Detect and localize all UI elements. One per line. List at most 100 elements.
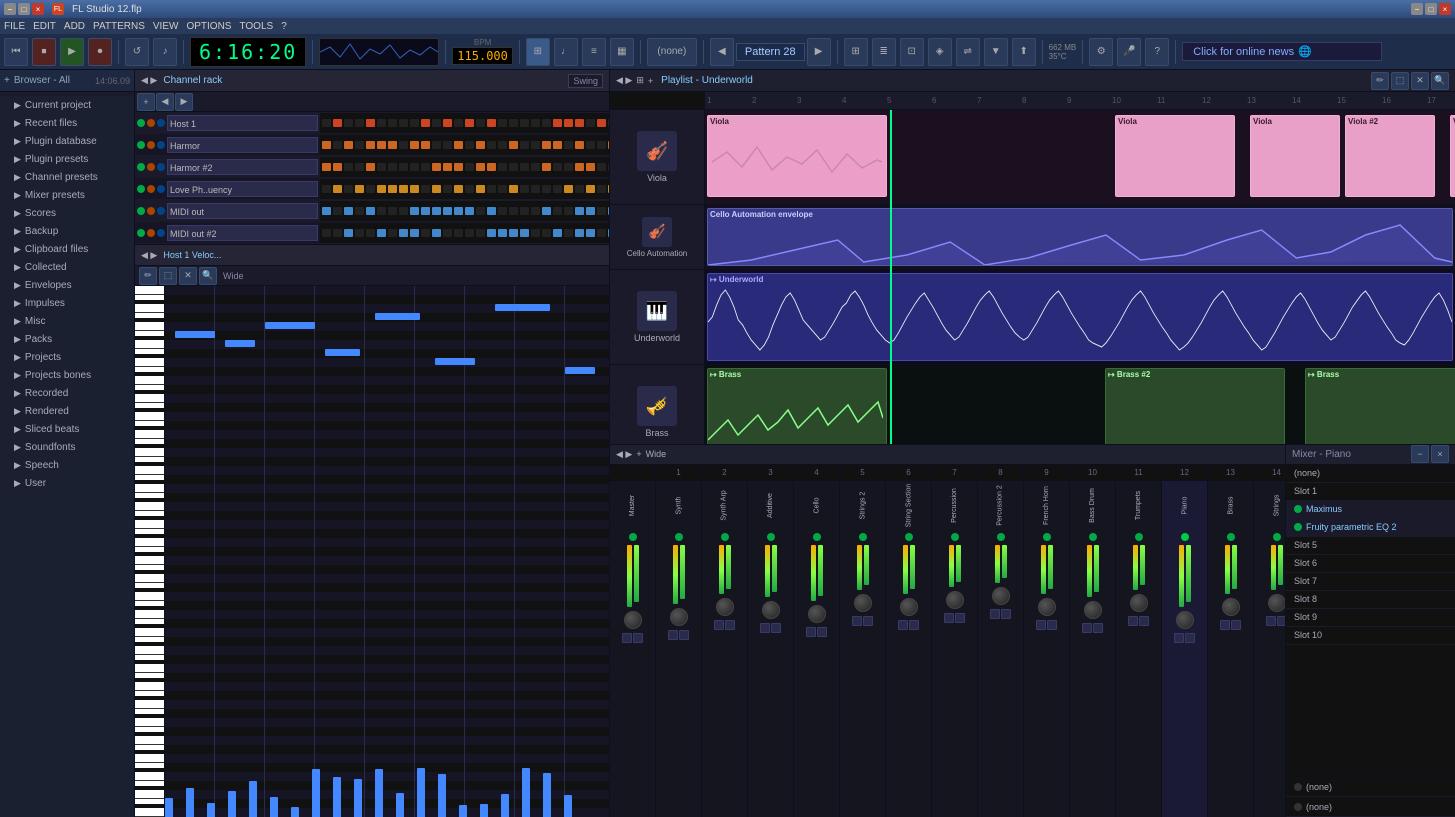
pattern-btn-1-4[interactable] [366, 141, 375, 149]
pattern-btn-5-23[interactable] [575, 229, 584, 237]
pattern-btn-5-13[interactable] [465, 229, 474, 237]
ch-btn-b-3[interactable] [771, 623, 781, 633]
pattern-btn-5-19[interactable] [531, 229, 540, 237]
mixer-ch-strip-4[interactable]: Cello [794, 481, 840, 817]
pattern-btn-0-14[interactable] [476, 119, 485, 127]
mr-min[interactable]: − [1411, 445, 1429, 463]
ch-knob-6[interactable] [900, 598, 918, 616]
pattern-btn-0-6[interactable] [388, 119, 397, 127]
underworld-track[interactable]: ↦ Underworld [705, 270, 1455, 365]
ch-name-1[interactable]: Harmor [167, 137, 318, 153]
pattern-btn-0-11[interactable] [443, 119, 452, 127]
step-seq-button[interactable]: ⊞ [526, 38, 550, 66]
ch-btn-b-9[interactable] [1047, 620, 1057, 630]
pattern-btn-2-16[interactable] [498, 163, 507, 171]
ch-btn-a-8[interactable] [990, 609, 1000, 619]
ch-name-5[interactable]: MIDI out #2 [167, 225, 318, 241]
mr-close[interactable]: × [1431, 445, 1449, 463]
ch-btn-a-5[interactable] [852, 616, 862, 626]
ch-btn-a-4[interactable] [806, 627, 816, 637]
pattern-btn-4-10[interactable] [432, 207, 441, 215]
pattern-btn-5-26[interactable] [608, 229, 609, 237]
ch-btn-a-10[interactable] [1082, 623, 1092, 633]
record-button[interactable]: ⏺ [88, 38, 112, 66]
ch-knob-4[interactable] [808, 605, 826, 623]
pattern-btn-2-8[interactable] [410, 163, 419, 171]
sidebar-item-speech[interactable]: ▶Speech [0, 456, 134, 474]
pattern-btn-3-21[interactable] [553, 185, 562, 193]
play-button[interactable]: ▶ [60, 38, 84, 66]
pattern-btn-5-20[interactable] [542, 229, 551, 237]
pattern-btn-3-1[interactable] [333, 185, 342, 193]
pattern-btn-5-11[interactable] [443, 229, 452, 237]
pattern-btn-0-20[interactable] [542, 119, 551, 127]
pattern-btn-4-9[interactable] [421, 207, 430, 215]
pattern-btn-1-11[interactable] [443, 141, 452, 149]
ch-btn-a-6[interactable] [898, 620, 908, 630]
ch-btn-b-2[interactable] [725, 620, 735, 630]
pattern-btn-2-17[interactable] [509, 163, 518, 171]
pattern-btn-2-24[interactable] [586, 163, 595, 171]
pattern-btn-3-16[interactable] [498, 185, 507, 193]
sidebar-item-projects[interactable]: ▶Projects [0, 348, 134, 366]
pattern-btn-0-1[interactable] [333, 119, 342, 127]
mr-slot-3[interactable]: Fruity parametric EQ 2 [1286, 519, 1455, 537]
pattern-btn-1-17[interactable] [509, 141, 518, 149]
sidebar-item-backup[interactable]: ▶Backup [0, 222, 134, 240]
mixer-ch-strip-10[interactable]: Bass Drum [1070, 481, 1116, 817]
mr-slot-7[interactable]: Slot 8 [1286, 591, 1455, 609]
mr-slot-9[interactable]: Slot 10 [1286, 627, 1455, 645]
pattern-btn-5-6[interactable] [388, 229, 397, 237]
pattern-btn-1-26[interactable] [608, 141, 609, 149]
pattern-btn-4-0[interactable] [322, 207, 331, 215]
mr-slot-8[interactable]: Slot 9 [1286, 609, 1455, 627]
ch-btn-b-10[interactable] [1093, 623, 1103, 633]
pattern-btn-3-5[interactable] [377, 185, 386, 193]
mr-slot-4[interactable]: Slot 5 [1286, 537, 1455, 555]
pattern-btn-1-25[interactable] [597, 141, 606, 149]
menu-patterns[interactable]: PATTERNS [93, 21, 145, 32]
pattern-btn-3-26[interactable] [608, 185, 609, 193]
pattern-btn-5-14[interactable] [476, 229, 485, 237]
ch-pattern-strip-1[interactable] [320, 135, 609, 155]
menu-edit[interactable]: EDIT [33, 21, 56, 32]
pattern-btn-4-19[interactable] [531, 207, 540, 215]
ch-btn-b-6[interactable] [909, 620, 919, 630]
ch-btn-b-8[interactable] [1001, 609, 1011, 619]
cello-track[interactable]: Cello Automation envelope [705, 205, 1455, 270]
menu-view[interactable]: VIEW [153, 21, 179, 32]
pattern-btn-0-5[interactable] [377, 119, 386, 127]
pattern-btn-5-22[interactable] [564, 229, 573, 237]
mixer-zoom-label[interactable]: Wide [646, 449, 667, 459]
mixer-ch-strip-9[interactable]: French Horn [1024, 481, 1070, 817]
tool-btn-6[interactable]: ▼ [984, 38, 1008, 66]
pattern-btn-1-19[interactable] [531, 141, 540, 149]
pl-add-icon[interactable]: + [648, 76, 653, 86]
sidebar-item-current-project[interactable]: ▶Current project [0, 96, 134, 114]
pattern-btn-1-0[interactable] [322, 141, 331, 149]
ch-knob-10[interactable] [1084, 601, 1102, 619]
viola-clip-4[interactable]: Viola #2 [1345, 115, 1435, 197]
mixer-ch-strip-14[interactable]: Strings [1254, 481, 1285, 817]
pattern-btn-5-16[interactable] [498, 229, 507, 237]
ch-knob-1[interactable] [670, 608, 688, 626]
ch-knob-13[interactable] [1222, 598, 1240, 616]
pattern-btn-5-21[interactable] [553, 229, 562, 237]
pattern-btn-3-15[interactable] [487, 185, 496, 193]
ch-name-3[interactable]: Love Ph..uency [167, 181, 318, 197]
pattern-btn-0-0[interactable] [322, 119, 331, 127]
mixer-ch-strip-6[interactable]: String Section [886, 481, 932, 817]
menu-add[interactable]: ADD [64, 21, 85, 32]
mic-button[interactable]: 🎤 [1117, 38, 1141, 66]
pattern-btn-2-0[interactable] [322, 163, 331, 171]
sidebar-item-misc[interactable]: ▶Misc [0, 312, 134, 330]
pattern-btn-3-23[interactable] [575, 185, 584, 193]
sidebar-item-scores[interactable]: ▶Scores [0, 204, 134, 222]
tool-btn-2[interactable]: ≣ [872, 38, 896, 66]
pattern-btn-4-18[interactable] [520, 207, 529, 215]
menu-options[interactable]: OPTIONS [186, 21, 231, 32]
pattern-btn-3-2[interactable] [344, 185, 353, 193]
pr-zoom[interactable]: 🔍 [199, 267, 217, 285]
pattern-btn-3-9[interactable] [421, 185, 430, 193]
pattern-btn-4-12[interactable] [454, 207, 463, 215]
